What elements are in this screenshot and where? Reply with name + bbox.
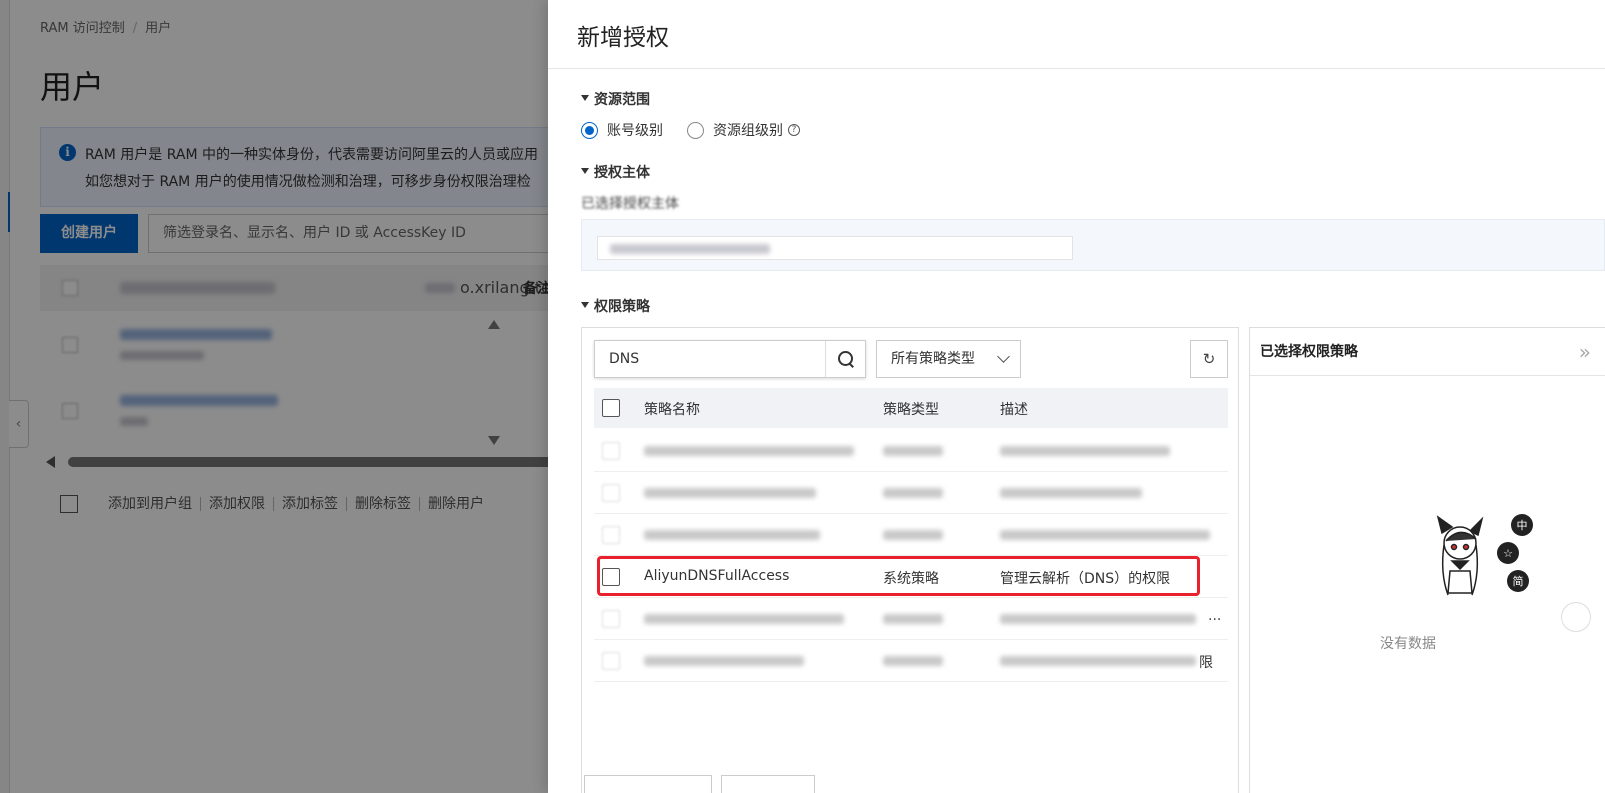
selected-policies-title: 已选择权限策略 [1260,344,1358,360]
selected-policies-panel: 已选择权限策略 » 中 ☆ 简 没有数据 [1249,327,1605,793]
floating-side-handle[interactable] [1561,602,1591,632]
column-policy-type: 策略类型 [883,402,939,418]
blurred-principal [610,244,770,254]
blurred-description [1000,656,1196,666]
help-icon[interactable]: ? [788,124,800,136]
policy-search-input[interactable]: DNS [594,340,866,378]
drawer-title: 新增授权 [577,25,669,51]
empty-state-illustration: 中 ☆ 简 [1436,514,1533,596]
search-icon [837,351,854,367]
svg-text:简: 简 [1513,574,1524,588]
blurred-policy-type [883,530,943,540]
policy-type-value: 所有策略类型 [891,351,975,367]
selected-policies-heading: 已选择权限策略 [1250,328,1605,376]
blurred-policy-name [644,446,854,456]
search-button[interactable] [825,341,865,377]
description-tail: 限 [1199,655,1213,671]
blurred-policy-name [644,656,804,666]
radio-label-resource-group-level[interactable]: 资源组级别 [713,120,783,140]
radio-account-level[interactable] [581,121,598,139]
row-checkbox[interactable] [602,484,620,502]
row-checkbox[interactable] [602,442,620,460]
svg-text:☆: ☆ [1503,547,1513,560]
table-row[interactable]: ... [594,598,1228,640]
resource-scope-radio-group: 账号级别 资源组级别 ? [581,120,800,140]
double-chevron-right-icon[interactable]: » [1579,340,1591,364]
row-checkbox[interactable] [602,652,620,670]
principal-heading[interactable]: 授权主体 [581,162,650,182]
blurred-policy-type [883,614,943,624]
highlight-annotation-box [597,556,1200,596]
cancel-button[interactable] [721,775,815,793]
chevron-down-icon [997,350,1010,363]
policy-selector-panel: DNS 所有策略类型 ↻ 策略名称 策略类型 描述 AliyunDNSFullA… [581,327,1239,793]
select-all-checkbox[interactable] [602,399,620,417]
blurred-policy-type [883,488,943,498]
row-checkbox[interactable] [602,526,620,544]
table-row[interactable] [594,472,1228,514]
policy-type-select[interactable]: 所有策略类型 [876,340,1021,378]
principal-box [581,219,1605,271]
empty-state-text: 没有数据 [1380,636,1436,652]
column-description: 描述 [1000,402,1028,418]
table-row[interactable] [594,514,1228,556]
svg-text:中: 中 [1517,519,1528,532]
truncation-ellipsis: ... [1208,608,1222,624]
blurred-policy-name [644,488,816,498]
column-policy-name: 策略名称 [644,402,700,418]
row-checkbox[interactable] [602,610,620,628]
blurred-description [1000,446,1170,456]
radio-resource-group-level[interactable] [687,121,704,139]
blurred-description [1000,488,1142,498]
resource-scope-heading[interactable]: 资源范围 [581,89,650,109]
selected-principal-label: 已选择授权主体 [581,196,679,212]
blurred-policy-name [644,530,820,540]
search-value[interactable]: DNS [609,351,639,367]
refresh-button[interactable]: ↻ [1190,340,1228,378]
confirm-button[interactable] [584,775,712,793]
modal-overlay[interactable] [0,0,548,793]
divider [548,68,1605,69]
principal-chip [597,236,1073,260]
table-row[interactable] [594,430,1228,472]
blurred-description [1000,614,1196,624]
policy-table-header: 策略名称 策略类型 描述 [594,388,1228,428]
blurred-description [1000,530,1210,540]
refresh-icon: ↻ [1202,350,1216,368]
table-row[interactable]: 限 [594,640,1228,682]
radio-label-account-level[interactable]: 账号级别 [607,120,663,140]
blurred-policy-name [644,614,844,624]
policy-heading[interactable]: 权限策略 [581,296,650,316]
blurred-policy-type [883,656,943,666]
blurred-policy-type [883,446,943,456]
grant-permission-drawer: 新增授权 资源范围 账号级别 资源组级别 ? 授权主体 已选择授权主体 权限策略… [548,0,1605,793]
